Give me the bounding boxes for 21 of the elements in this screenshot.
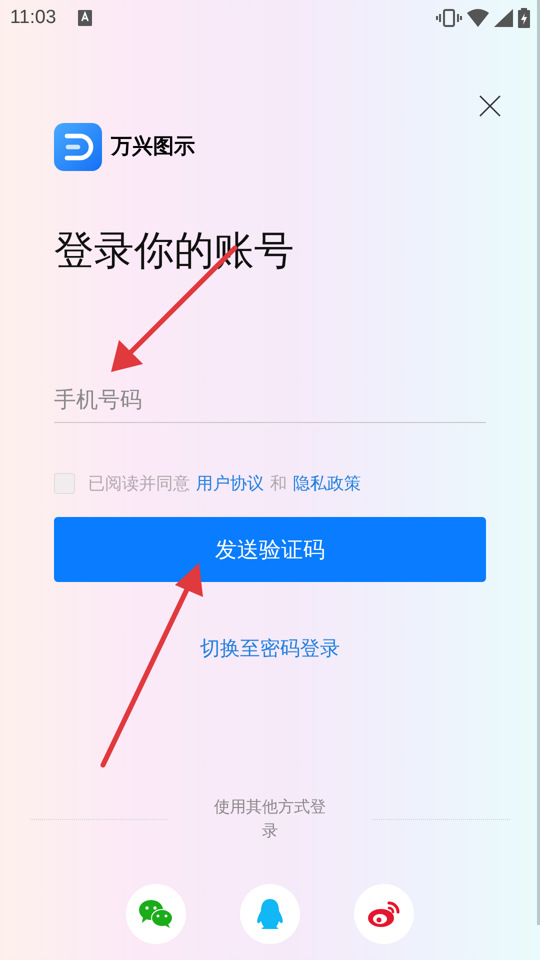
user-agreement-link[interactable]: 用户协议 — [196, 471, 264, 496]
close-button[interactable] — [478, 94, 502, 118]
eye-icon — [367, 898, 401, 928]
logo-icon — [54, 123, 102, 171]
agreement-checkbox[interactable] — [54, 473, 75, 494]
chat-bubbles-icon — [138, 898, 174, 928]
send-code-button[interactable]: 发送验证码 — [54, 516, 486, 582]
agreement-text: 已阅读并同意 — [88, 473, 190, 495]
conjunction-text: 和 — [270, 473, 287, 495]
wifi-icon — [467, 9, 489, 27]
password-login-link[interactable]: 切换至密码登录 — [200, 634, 340, 664]
other-login-label: 使用其他方式登录 — [213, 798, 327, 842]
phone-field[interactable]: 手机号码 — [54, 383, 486, 416]
privacy-policy-link[interactable]: 隐私政策 — [293, 471, 361, 496]
status-time: 11:03 — [10, 6, 56, 30]
penguin-icon — [256, 898, 284, 930]
vibrate-icon — [436, 9, 462, 27]
keyboard-notification-icon — [78, 10, 92, 26]
signal-icon — [494, 9, 513, 27]
battery-icon — [518, 8, 530, 28]
app-name: 万兴图示 — [111, 134, 195, 160]
